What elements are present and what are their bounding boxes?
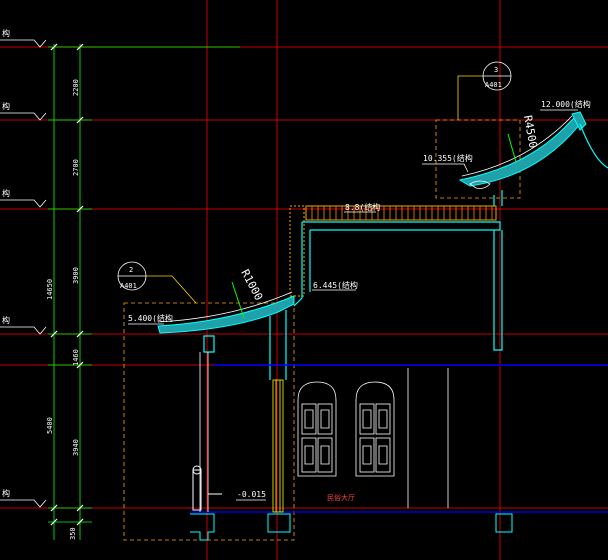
upper-slab	[302, 221, 501, 231]
callout-number: 3	[494, 66, 498, 74]
elevation-label-ridge: 12.000(结构	[541, 99, 591, 109]
elevation-label-upper-eave: 10.355(结构	[423, 153, 473, 163]
elevation-label-terrace: 8.8(结构	[345, 202, 380, 212]
level-mark-label: 构	[2, 101, 10, 111]
level-mark-label: 构	[2, 28, 10, 38]
level-mark-symbol	[0, 112, 47, 121]
cad-drawing-canvas: 构 构 构 构 构 14650 5400 350 2200 2700 3900 …	[0, 0, 608, 560]
window-lattice	[317, 403, 333, 435]
dimension-lines	[48, 44, 240, 540]
window-lattice	[375, 403, 391, 435]
callout-sheet: A401	[120, 282, 137, 290]
base-plinth	[190, 465, 513, 541]
level-mark-symbol	[0, 39, 47, 48]
window-mullion	[304, 409, 330, 465]
lower-roof	[157, 281, 295, 334]
radius-leader	[231, 281, 245, 319]
terrace-slab-hatch	[305, 205, 497, 221]
level-mark-label: 构	[2, 488, 10, 498]
dimension-text: 5400	[46, 417, 54, 434]
window-left	[297, 381, 337, 477]
window-frame	[355, 381, 395, 477]
detail-box-lower-eave	[123, 302, 295, 541]
plinth-mid	[267, 513, 291, 533]
callout-number: 2	[129, 266, 133, 274]
elevation-label-lower-eave: 5.400(结构	[128, 313, 173, 323]
dimension-text: 2200	[72, 79, 80, 96]
window-lattice	[301, 403, 317, 435]
window-lattice	[317, 437, 333, 473]
callout-leader	[457, 75, 483, 120]
dimension-text: 350	[69, 527, 77, 540]
radius-label-upper: R4500	[521, 114, 540, 149]
level-mark-symbol	[0, 499, 47, 508]
lower-wall	[269, 310, 287, 380]
window-frame	[297, 381, 337, 477]
upper-roof-continuation	[579, 123, 608, 169]
window-lattice	[359, 403, 375, 435]
plinth-right	[495, 513, 513, 533]
dimension-text: 3900	[72, 267, 80, 284]
window-right	[355, 381, 395, 477]
window-lattice	[301, 437, 317, 473]
elevation-underline	[422, 163, 469, 173]
dimension-text: 3940	[72, 439, 80, 456]
level-mark-symbol	[0, 326, 47, 335]
level-mark-symbol	[0, 199, 47, 208]
level-mark-label: 构	[2, 188, 10, 198]
callout-leader	[146, 275, 197, 304]
dimension-text: 2700	[72, 159, 80, 176]
column-stub	[203, 335, 215, 353]
upper-wall-right	[493, 230, 503, 351]
radius-label-lower: R1000	[238, 267, 265, 302]
elevation-label-floor: -0.015	[237, 490, 266, 499]
radius-leader	[507, 133, 517, 163]
window-lattice	[359, 437, 375, 473]
upper-wall-left	[293, 222, 303, 307]
window-lattice	[375, 437, 391, 473]
level-mark-label: 构	[2, 315, 10, 325]
elevation-label-wall-top: 6.445(结构	[313, 280, 358, 290]
plinth-left	[190, 513, 215, 541]
window-mullion	[362, 409, 388, 465]
dimension-text: 1460	[72, 349, 80, 366]
column-yellow	[272, 379, 284, 513]
dimension-text: 14650	[46, 279, 54, 300]
terrace-slab-hatch-lines	[311, 206, 493, 220]
room-label: 民俗大厅	[327, 493, 355, 502]
detail-callout-3	[457, 61, 512, 120]
lower-roof-curve-fill	[157, 295, 295, 334]
callout-sheet: A401	[485, 81, 502, 89]
